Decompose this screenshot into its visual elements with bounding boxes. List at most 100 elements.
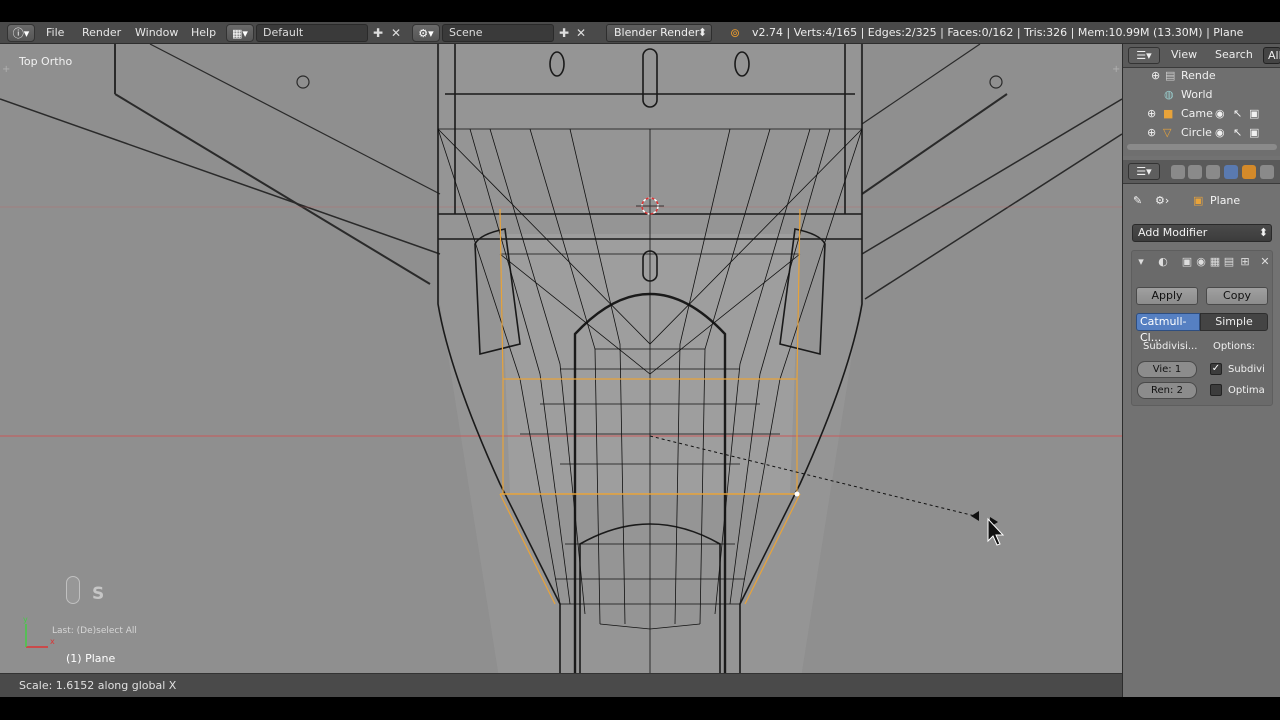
expand-icon[interactable]: ⊕ bbox=[1147, 123, 1156, 142]
info-icon: ⓘ▾ bbox=[12, 27, 30, 40]
axis-widget-icon: x y bbox=[23, 615, 55, 648]
eye-icon[interactable]: ◉ bbox=[1194, 255, 1208, 269]
scene-tab-icon[interactable] bbox=[1206, 165, 1220, 179]
render-restrict-icon[interactable]: ▣ bbox=[1249, 123, 1259, 142]
object-icon: ▣ bbox=[1193, 194, 1204, 207]
optimal-display-checkbox[interactable] bbox=[1210, 384, 1222, 396]
properties-header: ☰▾ bbox=[1123, 160, 1280, 184]
render-icon[interactable]: ▦ bbox=[1208, 255, 1222, 269]
outliner-item-label: Rende bbox=[1181, 69, 1216, 82]
scene-name-field[interactable]: Scene bbox=[442, 24, 554, 42]
menu-file[interactable]: File bbox=[46, 26, 64, 39]
transform-status-text: Scale: 1.6152 along global X bbox=[19, 679, 177, 692]
outliner-row-render-layers[interactable]: ⊕ ▤ Rende bbox=[1123, 66, 1280, 85]
letterbox-top bbox=[0, 0, 1280, 22]
scale-arrows-icon bbox=[971, 511, 998, 527]
menu-render[interactable]: Render bbox=[82, 26, 121, 39]
properties-editor-button[interactable]: ☰▾ bbox=[1128, 163, 1160, 180]
letterbox-bottom bbox=[0, 697, 1280, 720]
render-levels-field[interactable]: Ren: 2 bbox=[1137, 382, 1197, 399]
apply-button[interactable]: Apply bbox=[1136, 287, 1198, 305]
realtime-display-icon[interactable]: ▣ bbox=[1180, 255, 1194, 269]
layout-grid-icon: ▦▾ bbox=[232, 26, 248, 40]
outliner-item-label: Circle bbox=[1181, 126, 1212, 139]
outliner-scrollbar[interactable] bbox=[1127, 144, 1277, 150]
active-vertex[interactable] bbox=[794, 491, 800, 497]
constraints-tab-icon[interactable] bbox=[1260, 165, 1274, 179]
outliner-row-camera[interactable]: ⊕ ■ Came ◉ ↖ ▣ bbox=[1123, 104, 1280, 123]
view-name-label: Top Ortho bbox=[19, 55, 73, 68]
outliner-item-label: Came bbox=[1181, 107, 1213, 120]
camera-icon: ■ bbox=[1163, 107, 1174, 120]
eye-icon[interactable]: ◉ bbox=[1215, 123, 1225, 142]
subdivisions-label: Subdivisi... bbox=[1143, 341, 1198, 352]
world-icon: ◍ bbox=[1164, 88, 1174, 101]
scene-icon: ⚙▾ bbox=[418, 26, 434, 40]
subdivide-uvs-checkbox[interactable]: ✓ bbox=[1210, 363, 1222, 375]
eye-icon[interactable]: ◉ bbox=[1215, 104, 1225, 123]
world-tab-icon[interactable] bbox=[1224, 165, 1238, 179]
menu-help[interactable]: Help bbox=[191, 26, 216, 39]
outliner-search-menu[interactable]: Search bbox=[1215, 47, 1253, 64]
keypress-indicator: S bbox=[92, 584, 105, 604]
modifier-wrench-icon: ◐ bbox=[1158, 255, 1168, 268]
corner-widget-icon[interactable]: + bbox=[2, 64, 10, 75]
render-layers-icon: ▤ bbox=[1165, 69, 1176, 82]
layout-name-field[interactable]: Default bbox=[256, 24, 368, 42]
render-engine-select[interactable]: Blender Render ⬍ bbox=[606, 24, 712, 42]
object-tab-icon[interactable] bbox=[1242, 165, 1256, 179]
remove-layout-icon[interactable]: ✕ bbox=[388, 25, 404, 41]
view-levels-field[interactable]: Vie: 1 bbox=[1137, 361, 1197, 378]
pin-icon[interactable]: ✎ bbox=[1133, 194, 1142, 207]
svg-text:y: y bbox=[23, 615, 28, 624]
properties-icon: ☰▾ bbox=[1136, 165, 1152, 178]
mouse-icon bbox=[66, 576, 80, 604]
collapse-arrow-icon[interactable]: ▾ bbox=[1134, 255, 1148, 269]
add-scene-icon[interactable]: ✚ bbox=[556, 25, 572, 41]
scene-icon: ⚙› bbox=[1155, 194, 1170, 207]
options-label: Options: bbox=[1213, 341, 1255, 352]
editor-type-button[interactable]: ⓘ▾ bbox=[7, 24, 35, 42]
outliner-item-label: World bbox=[1181, 88, 1213, 101]
copy-button[interactable]: Copy bbox=[1206, 287, 1268, 305]
simple-toggle[interactable]: Simple bbox=[1200, 313, 1268, 331]
screen-layout-button[interactable]: ▦▾ bbox=[226, 24, 254, 42]
mesh-icon: ▽ bbox=[1163, 126, 1172, 139]
expand-icon[interactable]: ⊕ bbox=[1147, 104, 1156, 123]
cursor-select-icon[interactable]: ↖ bbox=[1233, 104, 1242, 123]
3d-viewport[interactable]: x y + + Top Ortho S Last: (De)select All… bbox=[0, 44, 1122, 673]
render-restrict-icon[interactable]: ▣ bbox=[1249, 104, 1259, 123]
wireframe-mesh[interactable]: x y bbox=[0, 44, 1122, 673]
subdivide-uvs-label: Subdivi bbox=[1228, 364, 1265, 375]
expand-icon[interactable]: ⊕ bbox=[1151, 66, 1160, 85]
right-sidebar: ☰▾ View Search All ⊕ ▤ Rende ◍ World ⊕ ■… bbox=[1122, 44, 1280, 697]
scene-selector-button[interactable]: ⚙▾ bbox=[412, 24, 440, 42]
outliner-editor-button[interactable]: ☰▾ bbox=[1128, 47, 1160, 64]
add-modifier-label: Add Modifier bbox=[1138, 226, 1208, 239]
menu-window[interactable]: Window bbox=[135, 26, 178, 39]
outliner-view-menu[interactable]: View bbox=[1171, 47, 1197, 64]
remove-scene-icon[interactable]: ✕ bbox=[573, 25, 589, 41]
outliner-row-circle[interactable]: ⊕ ▽ Circle ◉ ↖ ▣ bbox=[1123, 123, 1280, 142]
view-field-label: Vie: bbox=[1152, 364, 1172, 375]
editmode-icon[interactable]: ▤ bbox=[1222, 255, 1236, 269]
render-layers-tab-icon[interactable] bbox=[1188, 165, 1202, 179]
catmull-clark-toggle[interactable]: Catmull-Cl... bbox=[1136, 313, 1200, 344]
move-up-down-icon[interactable]: ⊞ bbox=[1238, 255, 1252, 269]
outliner-list-icon: ☰▾ bbox=[1136, 49, 1152, 62]
blender-logo-icon: ⊚ bbox=[729, 26, 741, 40]
outliner-row-world[interactable]: ◍ World bbox=[1123, 85, 1280, 104]
last-operator-label: Last: (De)select All bbox=[52, 626, 137, 636]
add-modifier-select[interactable]: Add Modifier ⬍ bbox=[1132, 224, 1272, 242]
cursor-select-icon[interactable]: ↖ bbox=[1233, 123, 1242, 142]
close-icon[interactable]: ✕ bbox=[1258, 255, 1272, 269]
add-layout-icon[interactable]: ✚ bbox=[370, 25, 386, 41]
object-name-label: Plane bbox=[1210, 194, 1241, 207]
render-tab-icon[interactable] bbox=[1171, 165, 1185, 179]
render-field-value: 2 bbox=[1176, 385, 1183, 396]
viewport-header-status: Scale: 1.6152 along global X bbox=[0, 673, 1122, 697]
render-field-label: Ren: bbox=[1151, 385, 1174, 396]
corner-widget-icon-right[interactable]: + bbox=[1112, 64, 1120, 75]
outliner-filter-select[interactable]: All bbox=[1263, 47, 1280, 64]
optimal-display-label: Optima bbox=[1228, 385, 1265, 396]
